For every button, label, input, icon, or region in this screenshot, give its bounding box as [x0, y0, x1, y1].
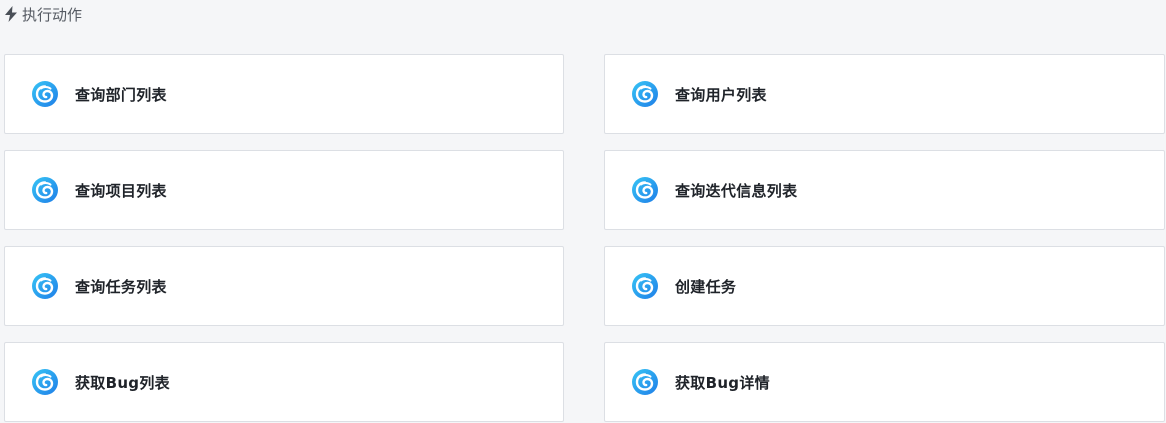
action-card-list-bugs[interactable]: 获取Bug列表	[4, 342, 564, 422]
section-header: 执行动作	[4, 3, 82, 25]
action-label: 创建任务	[675, 277, 737, 296]
action-card-query-projects[interactable]: 查询项目列表	[4, 150, 564, 230]
app-logo-icon	[632, 273, 658, 299]
action-label: 查询迭代信息列表	[675, 181, 798, 200]
action-label: 获取Bug列表	[75, 373, 170, 392]
action-label: 查询部门列表	[75, 85, 167, 104]
app-logo-icon	[32, 177, 58, 203]
action-label: 查询项目列表	[75, 181, 167, 200]
app-logo-icon	[632, 369, 658, 395]
action-card-query-tasks[interactable]: 查询任务列表	[4, 246, 564, 326]
app-logo-icon	[32, 369, 58, 395]
action-card-query-departments[interactable]: 查询部门列表	[4, 54, 564, 134]
section-title: 执行动作	[22, 5, 83, 24]
app-logo-icon	[632, 81, 658, 107]
action-grid: 查询部门列表 查询用户列表 查询项目列表 查询迭代信息列表 查询任务列表 创建任…	[4, 54, 1165, 422]
lightning-icon	[5, 6, 17, 22]
app-logo-icon	[632, 177, 658, 203]
action-label: 查询任务列表	[75, 277, 167, 296]
action-label: 查询用户列表	[675, 85, 767, 104]
action-card-create-task[interactable]: 创建任务	[604, 246, 1165, 326]
action-card-query-users[interactable]: 查询用户列表	[604, 54, 1165, 134]
action-card-bug-details[interactable]: 获取Bug详情	[604, 342, 1165, 422]
action-label: 获取Bug详情	[675, 373, 770, 392]
app-logo-icon	[32, 81, 58, 107]
action-card-query-iterations[interactable]: 查询迭代信息列表	[604, 150, 1165, 230]
app-logo-icon	[32, 273, 58, 299]
